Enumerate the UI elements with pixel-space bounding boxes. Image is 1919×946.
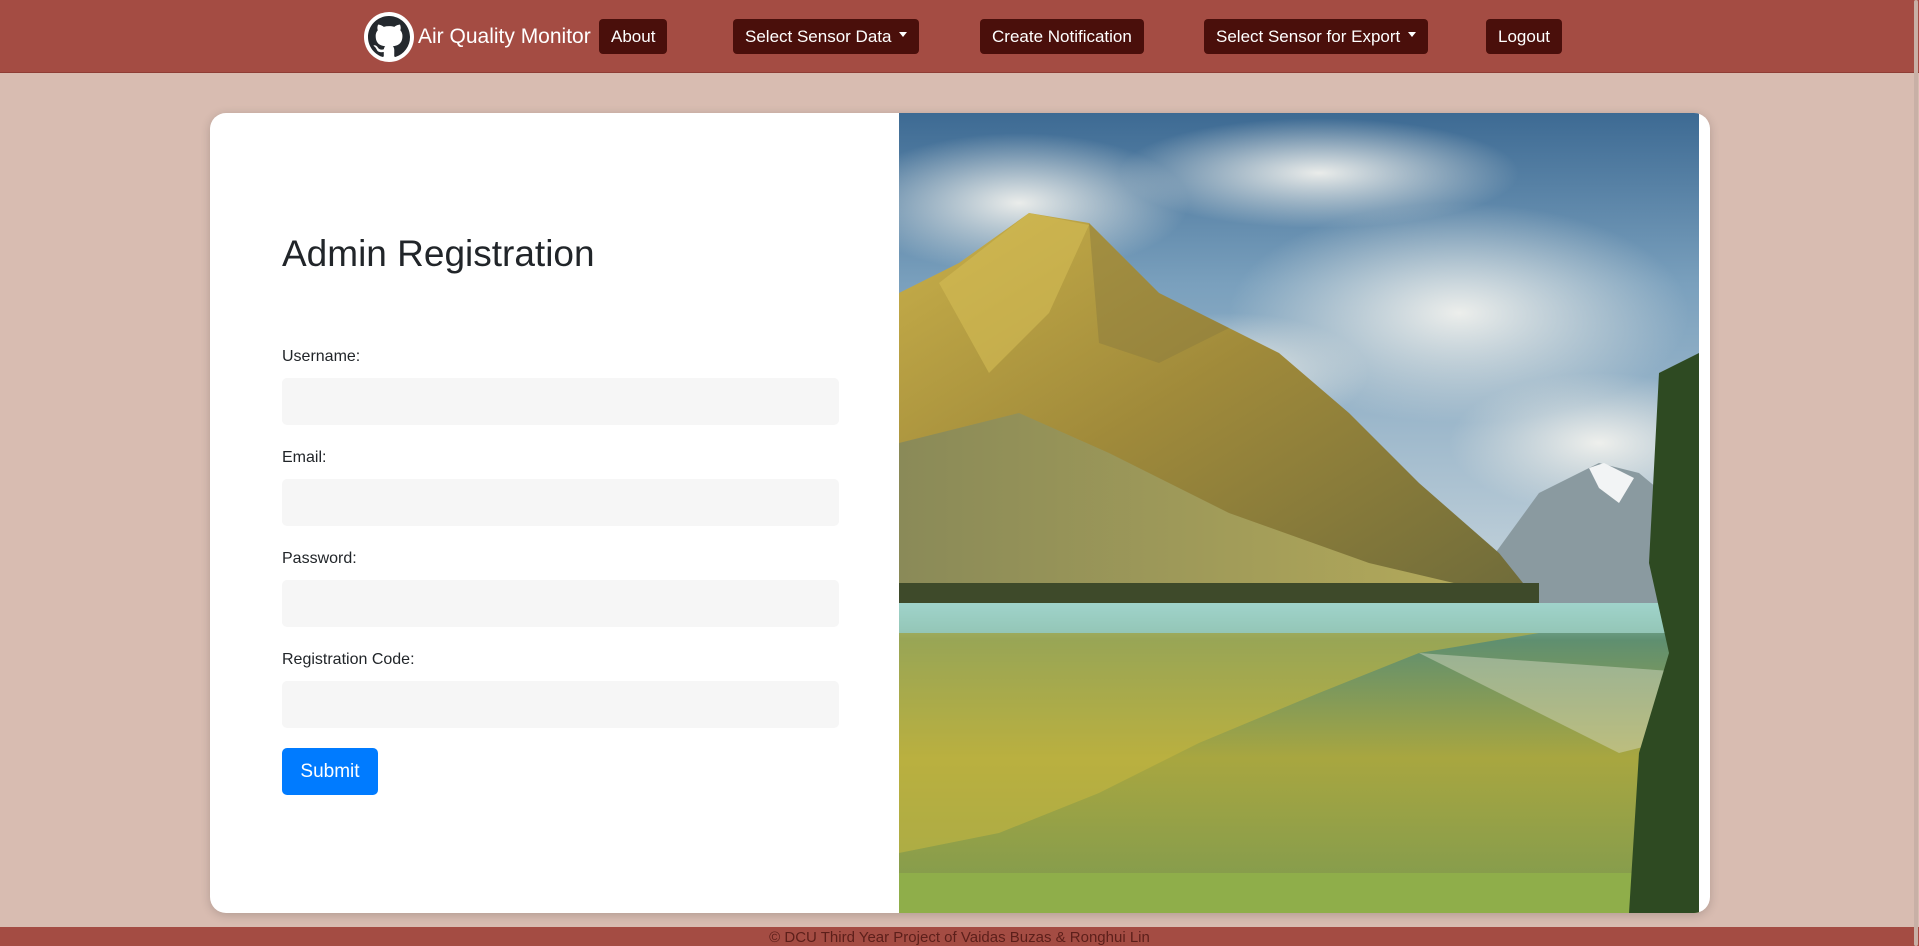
vertical-scrollbar[interactable] [1913, 0, 1919, 946]
select-sensor-data-label: Select Sensor Data [745, 26, 892, 46]
email-input[interactable] [282, 479, 839, 526]
brand-link[interactable]: Air Quality Monitor [364, 12, 591, 62]
page-title: Admin Registration [282, 233, 595, 274]
registration-code-input[interactable] [282, 681, 839, 728]
select-sensor-data-dropdown[interactable]: Select Sensor Data [733, 19, 920, 54]
brand-title: Air Quality Monitor [418, 25, 591, 48]
password-label: Password: [282, 550, 357, 567]
caret-down-icon [1408, 32, 1417, 37]
top-navbar: Air Quality Monitor About Select Sensor … [0, 0, 1919, 73]
submit-button[interactable]: Submit [282, 748, 378, 795]
about-button[interactable]: About [599, 19, 668, 54]
footer: © DCU Third Year Project of Vaidas Buzas… [0, 927, 1919, 946]
email-label: Email: [282, 449, 327, 466]
registration-code-label: Registration Code: [282, 651, 415, 668]
mountain-lake-photo [899, 113, 1699, 913]
select-sensor-export-label: Select Sensor for Export [1216, 26, 1401, 46]
password-input[interactable] [282, 580, 839, 627]
logout-button[interactable]: Logout [1486, 19, 1562, 54]
registration-card: Admin Registration Username: Email: Pass… [210, 113, 1710, 913]
github-octocat-icon [364, 12, 414, 62]
select-sensor-export-dropdown[interactable]: Select Sensor for Export [1204, 19, 1429, 54]
username-input[interactable] [282, 378, 839, 425]
caret-down-icon [899, 32, 908, 37]
scrollbar-thumb[interactable] [1914, 0, 1918, 946]
footer-text: © DCU Third Year Project of Vaidas Buzas… [769, 929, 1150, 946]
username-label: Username: [282, 348, 361, 365]
create-notification-button[interactable]: Create Notification [980, 19, 1144, 54]
